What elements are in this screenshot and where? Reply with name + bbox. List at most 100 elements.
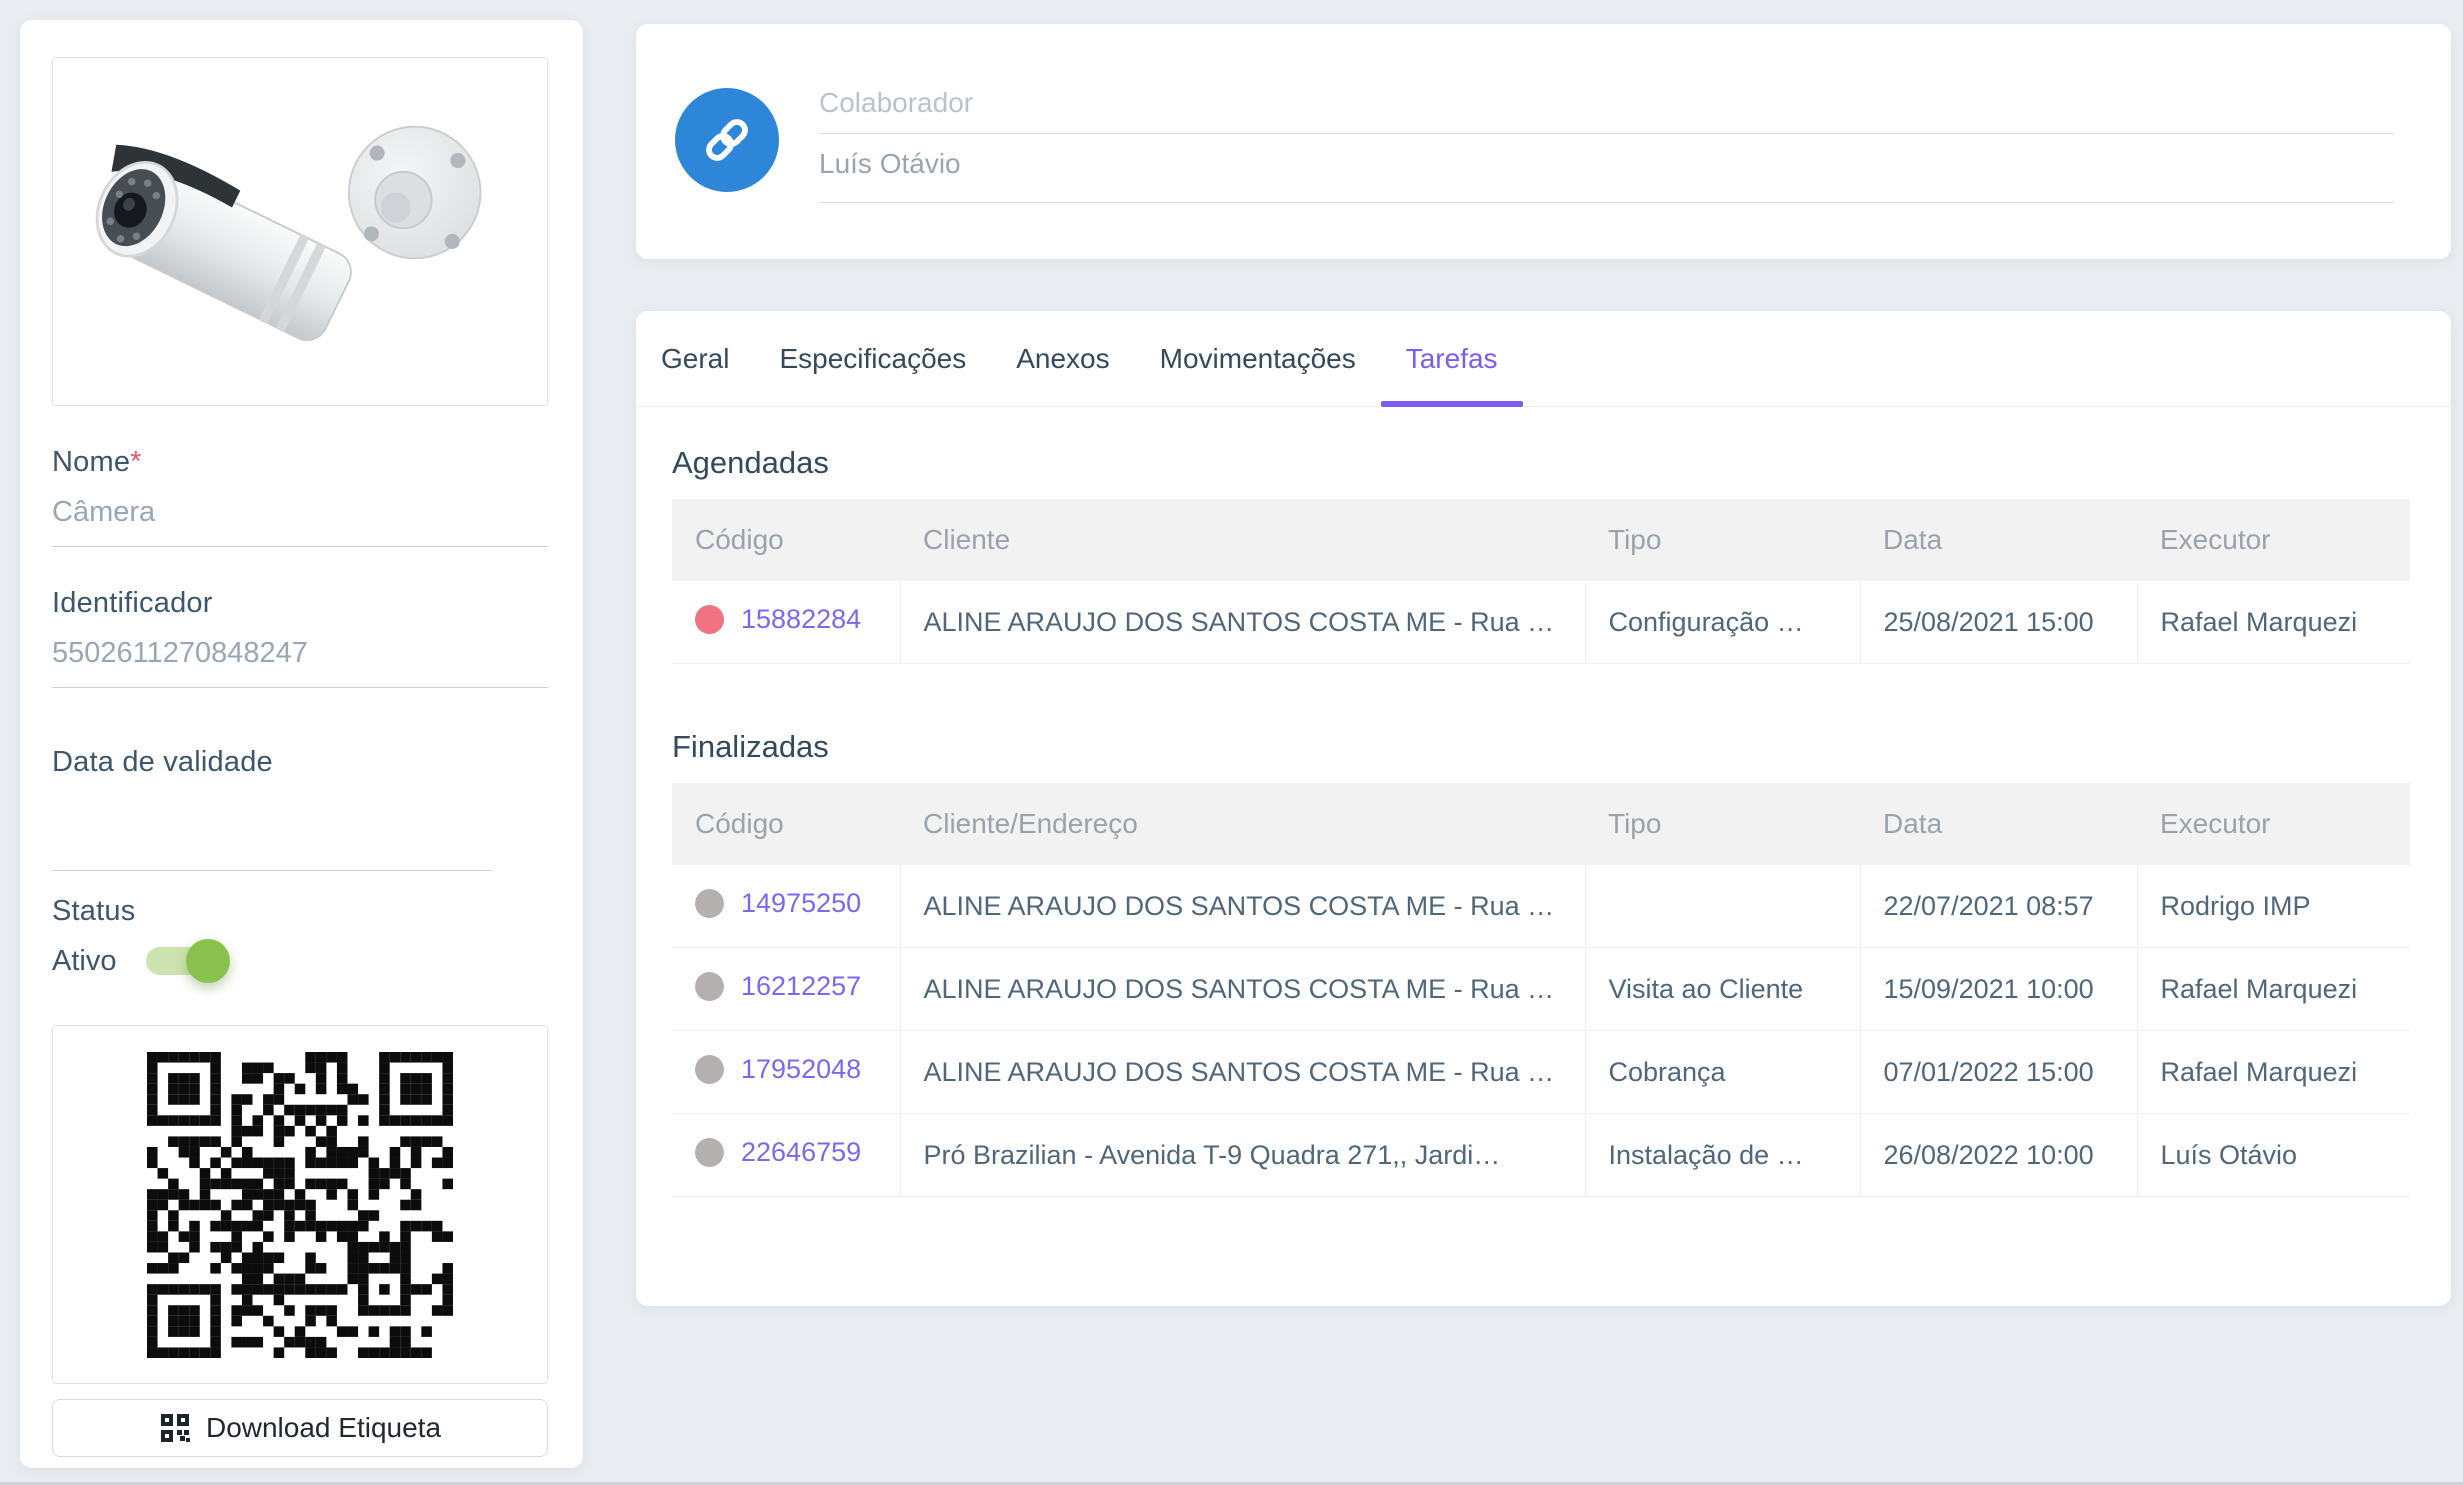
collaborator-value-input[interactable] bbox=[819, 134, 2394, 203]
task-table: Código Cliente/Endereço Tipo Data Executor 1… bbox=[672, 783, 2410, 1197]
task-client-cell: ALINE ARAUJO DOS SANTOS COSTA ME - Rua … bbox=[899, 947, 1585, 1031]
tab-especificacoes[interactable]: Especificações bbox=[754, 311, 991, 406]
section-title: Finalizadas bbox=[672, 729, 829, 764]
task-tipo-cell: Configuração … bbox=[1584, 581, 1860, 664]
status-toggle[interactable] bbox=[146, 939, 231, 983]
task-executor-cell: Rafael Marquezi bbox=[2136, 1030, 2410, 1114]
nome-label: Nome* bbox=[52, 446, 142, 478]
task-date-cell: 07/01/2022 15:00 bbox=[1859, 1030, 2137, 1114]
identificador-input[interactable] bbox=[52, 621, 548, 688]
task-client-cell: ALINE ARAUJO DOS SANTOS COSTA ME - Rua … bbox=[899, 1030, 1585, 1114]
task-code-link[interactable]: 14975250 bbox=[741, 888, 861, 919]
collaborator-card bbox=[636, 24, 2451, 259]
status-dot-icon bbox=[695, 1054, 724, 1084]
tab-tarefas[interactable]: Tarefas bbox=[1380, 311, 1523, 407]
task-tipo-cell: Visita ao Cliente bbox=[1584, 947, 1860, 1031]
task-row: 15882284 ALINE ARAUJO DOS SANTOS COSTA ME… bbox=[672, 581, 2410, 664]
tab-bar: Geral Especificações Anexos Movimentações Ta… bbox=[636, 311, 2451, 407]
validade-input[interactable] bbox=[52, 780, 492, 871]
product-image-box bbox=[52, 57, 548, 406]
validade-label: Data de validade bbox=[52, 746, 273, 778]
task-row: 16212257 ALINE ARAUJO DOS SANTOS COSTA ME… bbox=[672, 947, 2410, 1031]
task-section: Agendadas Código Cliente Tipo Data Executor … bbox=[672, 444, 2410, 664]
tab-label: Movimentações bbox=[1159, 342, 1356, 374]
column-header: Código bbox=[672, 499, 900, 581]
nome-input[interactable] bbox=[52, 480, 548, 547]
task-tipo-cell: Cobrança bbox=[1584, 1030, 1860, 1114]
status-dot-icon bbox=[695, 604, 724, 634]
identificador-field: Identificador bbox=[52, 585, 548, 688]
task-date-cell: 22/07/2021 08:57 bbox=[1859, 865, 2137, 948]
tab-label: Anexos bbox=[1016, 342, 1110, 374]
task-code-link[interactable]: 15882284 bbox=[741, 604, 861, 635]
status-value: Ativo bbox=[52, 944, 117, 977]
task-row: 22646759 Pró Brazilian - Avenida T-9 Quad… bbox=[672, 1113, 2410, 1197]
task-date-cell: 26/08/2022 10:00 bbox=[1859, 1113, 2137, 1197]
table-header-row: Código Cliente Tipo Data Executor bbox=[672, 499, 2410, 581]
column-header: Data bbox=[1860, 499, 2137, 581]
link-avatar bbox=[675, 88, 779, 192]
task-client-cell: Pró Brazilian - Avenida T-9 Quadra 271,,… bbox=[899, 1113, 1585, 1197]
task-executor-cell: Rafael Marquezi bbox=[2136, 947, 2410, 1031]
task-section: Finalizadas Código Cliente/Endereço Tipo Da… bbox=[672, 728, 2410, 1197]
task-code-cell: 17952048 bbox=[672, 1030, 900, 1114]
qr-icon bbox=[160, 1414, 190, 1442]
status-dot-icon bbox=[695, 1137, 724, 1167]
task-code-cell: 14975250 bbox=[672, 865, 900, 948]
column-header: Cliente/Endereço bbox=[900, 783, 1585, 865]
column-header: Executor bbox=[2137, 499, 2410, 581]
task-executor-cell: Luís Otávio bbox=[2136, 1113, 2410, 1197]
asset-detail-page: Nome* Identificador Data de validade Sta… bbox=[0, 0, 2463, 1485]
nome-field: Nome* bbox=[52, 444, 548, 547]
task-code-link[interactable]: 22646759 bbox=[741, 1137, 861, 1168]
column-header: Tipo bbox=[1585, 499, 1860, 581]
task-client-cell: ALINE ARAUJO DOS SANTOS COSTA ME - Rua … bbox=[899, 581, 1585, 664]
qr-code bbox=[147, 1051, 453, 1358]
identificador-label: Identificador bbox=[52, 587, 213, 619]
task-executor-cell: Rodrigo IMP bbox=[2136, 865, 2410, 948]
table-header-row: Código Cliente/Endereço Tipo Data Executor bbox=[672, 783, 2410, 865]
required-asterisk: * bbox=[130, 446, 142, 478]
task-tipo-cell bbox=[1584, 865, 1860, 948]
task-executor-cell: Rafael Marquezi bbox=[2136, 581, 2410, 664]
toggle-knob-icon bbox=[186, 939, 231, 983]
tab-label: Especificações bbox=[779, 342, 967, 374]
task-code-link[interactable]: 16212257 bbox=[741, 971, 861, 1002]
column-header: Data bbox=[1860, 783, 2137, 865]
status-label: Status bbox=[52, 895, 136, 927]
task-code-cell: 15882284 bbox=[672, 581, 900, 664]
tab-anexos[interactable]: Anexos bbox=[991, 311, 1134, 406]
status-block: Status Ativo bbox=[52, 893, 548, 983]
status-dot-icon bbox=[695, 888, 724, 918]
asset-tabs-card: Geral Especificações Anexos Movimentações Ta… bbox=[636, 311, 2451, 1306]
tab-content: Agendadas Código Cliente Tipo Data Executor … bbox=[636, 407, 2451, 1197]
column-header: Cliente bbox=[900, 499, 1585, 581]
asset-summary-panel: Nome* Identificador Data de validade Sta… bbox=[20, 20, 583, 1468]
column-header: Executor bbox=[2137, 783, 2410, 865]
task-code-cell: 22646759 bbox=[672, 1113, 900, 1197]
tab-label: Geral bbox=[661, 342, 730, 374]
camera-image bbox=[95, 125, 482, 341]
collaborator-fields bbox=[819, 84, 2394, 203]
collaborator-select-input[interactable] bbox=[819, 84, 2394, 134]
column-header: Código bbox=[672, 783, 900, 865]
tab-label: Tarefas bbox=[1405, 342, 1498, 374]
column-header: Tipo bbox=[1585, 783, 1860, 865]
tab-geral[interactable]: Geral bbox=[636, 311, 754, 406]
download-etiqueta-label: Download Etiqueta bbox=[205, 1412, 442, 1443]
download-etiqueta-button[interactable]: Download Etiqueta bbox=[52, 1399, 548, 1457]
section-title: Agendadas bbox=[672, 445, 829, 480]
status-dot-icon bbox=[695, 971, 724, 1001]
task-date-cell: 25/08/2021 15:00 bbox=[1859, 581, 2137, 664]
qr-code-box bbox=[52, 1025, 548, 1384]
task-row: 17952048 ALINE ARAUJO DOS SANTOS COSTA ME… bbox=[672, 1030, 2410, 1114]
task-table: Código Cliente Tipo Data Executor 15882284 AL… bbox=[672, 499, 2410, 664]
task-code-cell: 16212257 bbox=[672, 947, 900, 1031]
task-tipo-cell: Instalação de … bbox=[1584, 1113, 1860, 1197]
task-row: 14975250 ALINE ARAUJO DOS SANTOS COSTA ME… bbox=[672, 865, 2410, 948]
validade-field: Data de validade bbox=[52, 744, 548, 871]
task-client-cell: ALINE ARAUJO DOS SANTOS COSTA ME - Rua … bbox=[899, 865, 1585, 948]
task-code-link[interactable]: 17952048 bbox=[741, 1054, 861, 1085]
tab-movimentacoes[interactable]: Movimentações bbox=[1135, 311, 1381, 406]
link-icon bbox=[706, 119, 748, 161]
